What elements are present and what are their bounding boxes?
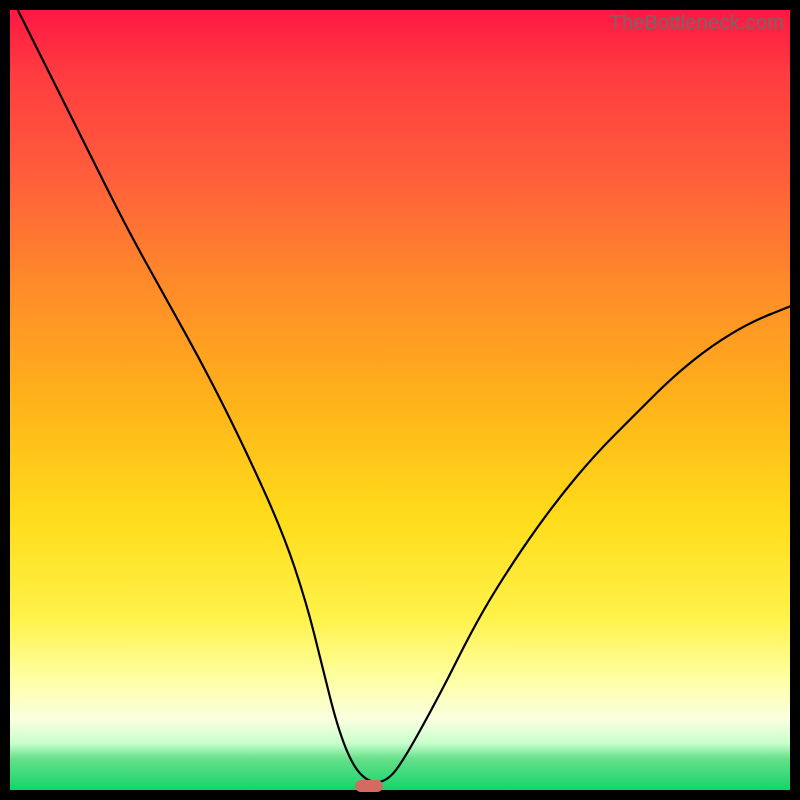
minimum-marker [355,780,383,792]
plot-area: TheBottleneck.com [10,10,790,790]
curve-path [18,10,790,782]
chart-frame: TheBottleneck.com [0,0,800,800]
bottleneck-curve [10,10,790,790]
